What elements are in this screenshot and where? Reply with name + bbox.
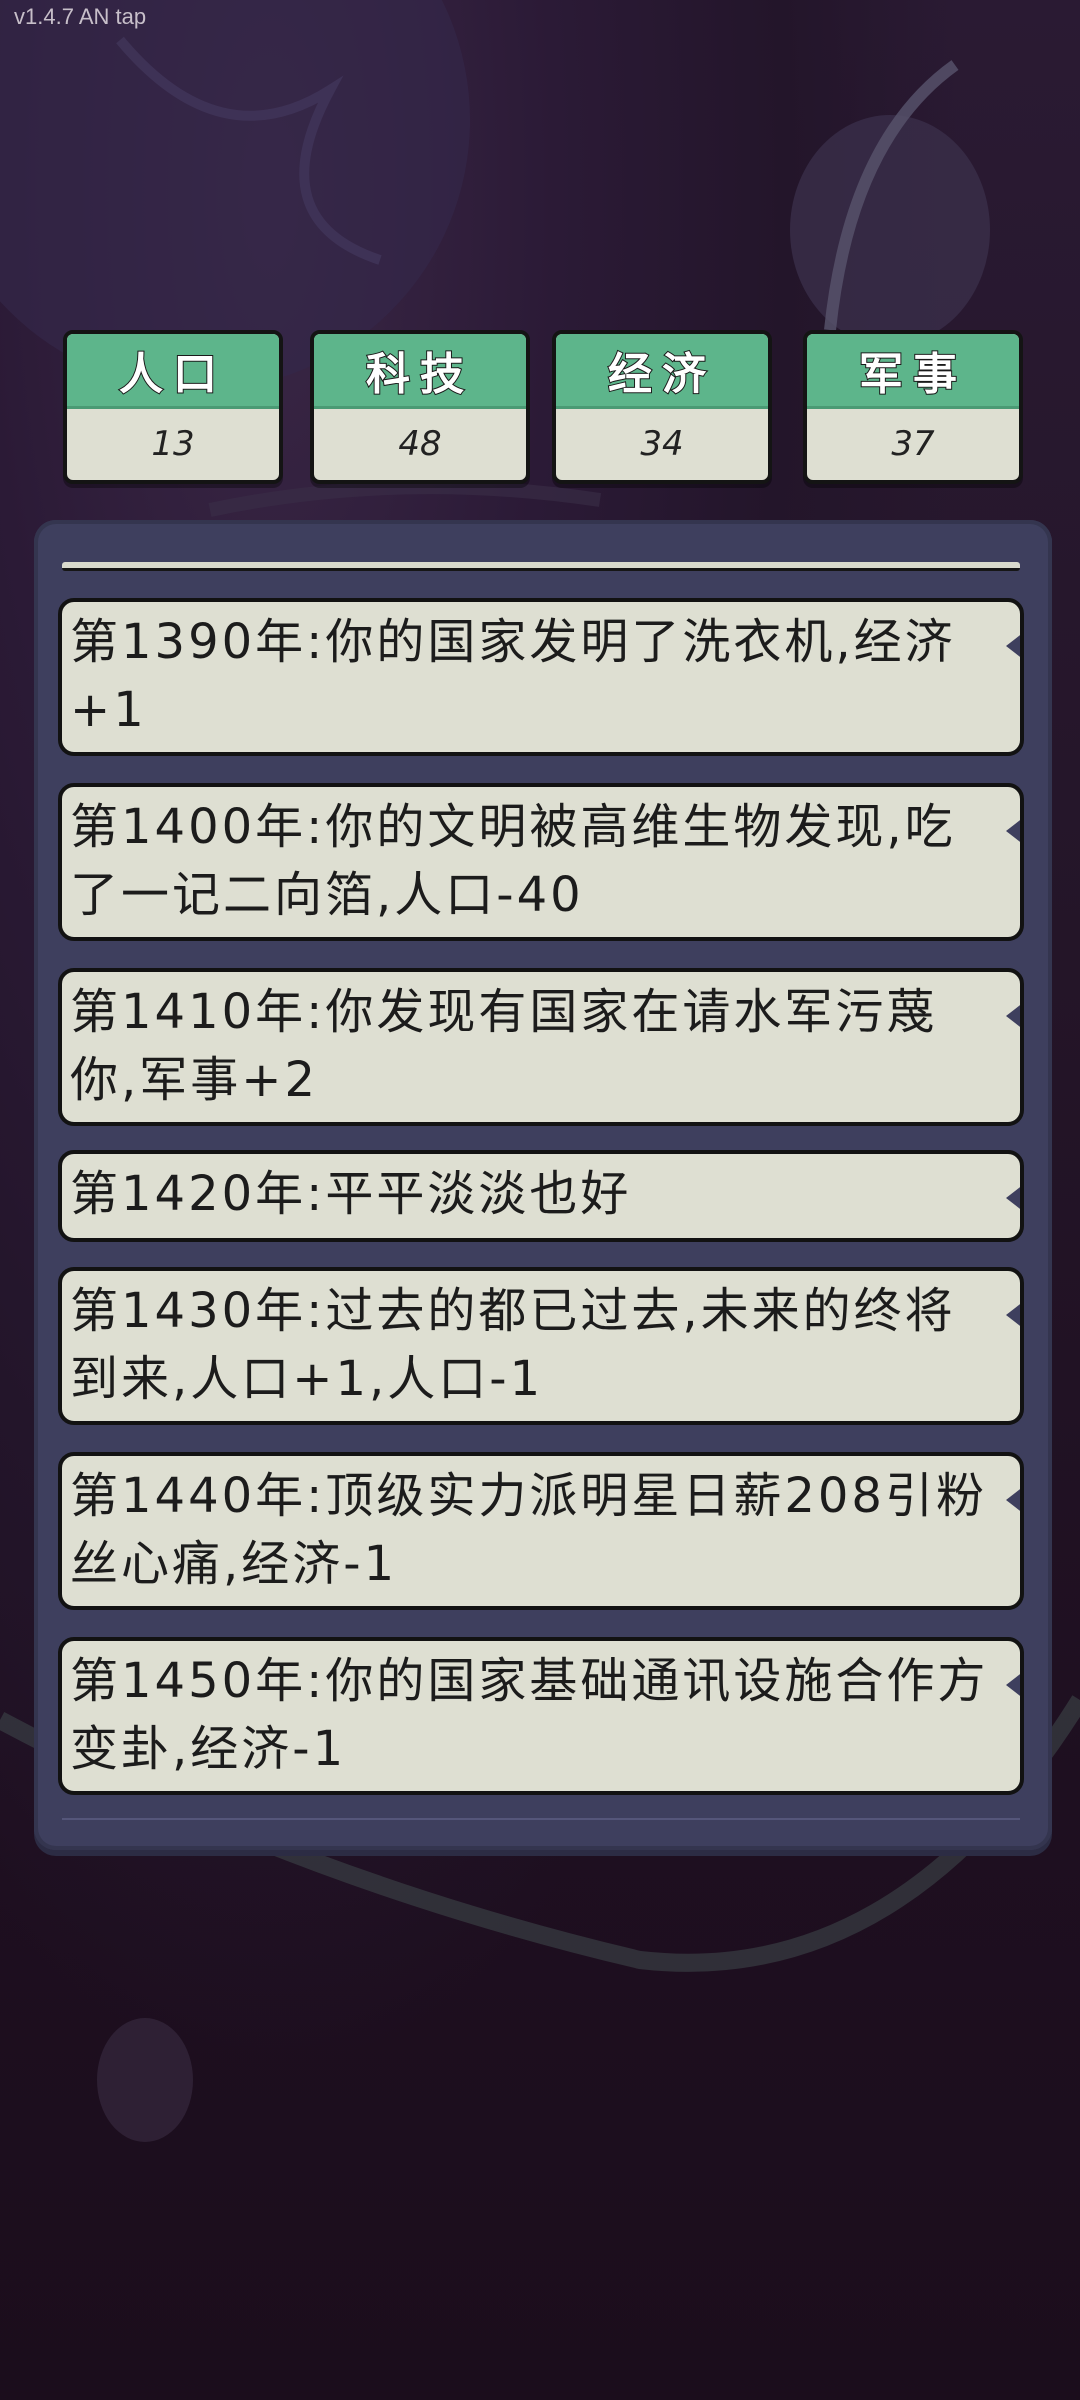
stat-value: 34	[640, 424, 684, 464]
panel-top-divider	[62, 562, 1020, 571]
card-notch	[1006, 1486, 1020, 1514]
event-text: 第1390年:你的国家发明了洗衣机,经济+1	[70, 614, 956, 738]
version-label: v1.4.7 AN tap	[14, 4, 147, 29]
event-text: 第1430年:过去的都已过去,未来的终将到来,人口+1,人口-1	[70, 1283, 956, 1407]
panel-bottom-divider	[62, 1818, 1020, 1820]
event-text: 第1410年:你发现有国家在请水军污蔑你,军事+2	[70, 984, 938, 1108]
stat-value: 37	[891, 424, 935, 464]
card-notch	[1006, 817, 1020, 845]
event-card: 第1430年:过去的都已过去,未来的终将到来,人口+1,人口-1	[58, 1267, 1024, 1425]
card-notch	[1006, 1671, 1020, 1699]
event-text: 第1450年:你的国家基础通讯设施合作方变卦,经济-1	[70, 1653, 989, 1777]
stat-card-military[interactable]: 军事 37	[803, 330, 1023, 484]
stat-value: 13	[151, 424, 195, 464]
event-text: 第1420年:平平淡淡也好	[70, 1166, 632, 1222]
stat-label: 军事	[807, 334, 1019, 409]
card-notch	[1006, 1184, 1020, 1212]
event-text: 第1440年:顶级实力派明星日薪208引粉丝心痛,经济-1	[70, 1468, 987, 1592]
event-text: 第1400年:你的文明被高维生物发现,吃了一记二向箔,人口-40	[70, 799, 956, 923]
stat-label: 经济	[556, 334, 768, 409]
stat-label: 人口	[67, 334, 279, 409]
card-notch	[1006, 1301, 1020, 1329]
event-card: 第1450年:你的国家基础通讯设施合作方变卦,经济-1	[58, 1637, 1024, 1795]
event-card: 第1410年:你发现有国家在请水军污蔑你,军事+2	[58, 968, 1024, 1126]
stat-label: 科技	[314, 334, 526, 409]
stat-card-economy[interactable]: 经济 34	[552, 330, 772, 484]
card-notch	[1006, 632, 1020, 660]
stat-card-population[interactable]: 人口 13	[63, 330, 283, 484]
game-screen: v1.4.7 AN tap 人口 13 科技 48 经济 34 军事 37 第1…	[0, 0, 1080, 2400]
event-card: 第1400年:你的文明被高维生物发现,吃了一记二向箔,人口-40	[58, 783, 1024, 941]
event-card: 第1420年:平平淡淡也好	[58, 1150, 1024, 1242]
card-notch	[1006, 1002, 1020, 1030]
event-card: 第1390年:你的国家发明了洗衣机,经济+1	[58, 598, 1024, 756]
stat-value: 48	[398, 424, 442, 464]
event-card: 第1440年:顶级实力派明星日薪208引粉丝心痛,经济-1	[58, 1452, 1024, 1610]
stat-card-technology[interactable]: 科技 48	[310, 330, 530, 484]
